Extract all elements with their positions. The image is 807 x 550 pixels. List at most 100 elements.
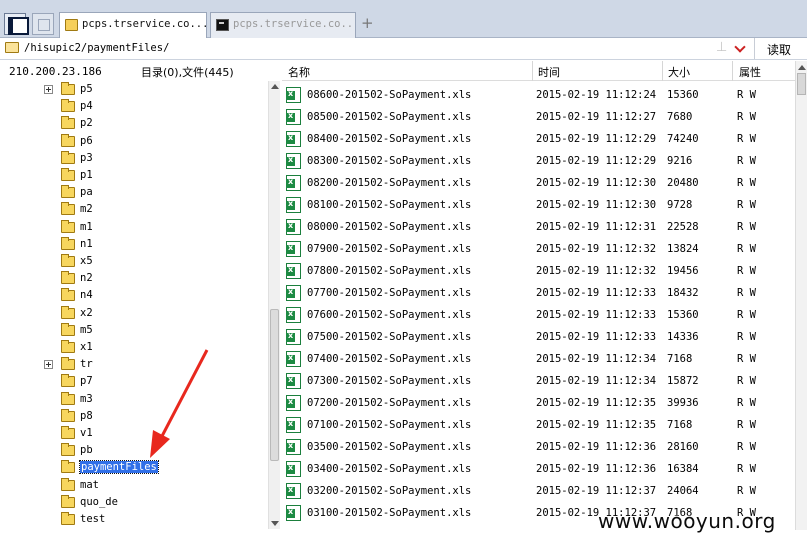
tree-item[interactable]: x2	[0, 305, 268, 322]
excel-file-icon	[286, 483, 301, 499]
file-name: 08500-201502-SoPayment.xls	[307, 111, 472, 123]
column-divider[interactable]	[732, 61, 733, 81]
excel-file-icon	[286, 131, 301, 147]
tab-label: pcps.trservice.co...	[233, 18, 356, 30]
tab-file-manager[interactable]: pcps.trservice.co...	[59, 12, 207, 38]
file-row[interactable]: 07900-201502-SoPayment.xls 2015-02-19 11:…	[282, 238, 795, 260]
file-row[interactable]: 08500-201502-SoPayment.xls 2015-02-19 11:…	[282, 106, 795, 128]
column-divider[interactable]	[532, 61, 533, 81]
scroll-thumb[interactable]	[270, 309, 279, 461]
file-row[interactable]: 08400-201502-SoPayment.xls 2015-02-19 11:…	[282, 128, 795, 150]
tree-item[interactable]: p1	[0, 167, 268, 184]
tree-item[interactable]: x1	[0, 339, 268, 356]
folder-icon	[61, 202, 75, 216]
file-row[interactable]: 07700-201502-SoPayment.xls 2015-02-19 11:…	[282, 282, 795, 304]
expand-icon[interactable]	[44, 85, 53, 94]
tree-item[interactable]: mat	[0, 477, 268, 494]
file-row[interactable]: 08100-201502-SoPayment.xls 2015-02-19 11:…	[282, 194, 795, 216]
file-row[interactable]: 08300-201502-SoPayment.xls 2015-02-19 11:…	[282, 150, 795, 172]
file-size: 16384	[667, 463, 699, 475]
tree-item[interactable]: x5	[0, 253, 268, 270]
chevron-down-icon[interactable]	[733, 41, 747, 55]
file-row[interactable]: 03400-201502-SoPayment.xls 2015-02-19 11:…	[282, 458, 795, 480]
file-row[interactable]: 03500-201502-SoPayment.xls 2015-02-19 11:…	[282, 436, 795, 458]
tree-item-label: x1	[80, 341, 93, 353]
file-row[interactable]: 08200-201502-SoPayment.xls 2015-02-19 11:…	[282, 172, 795, 194]
folder-icon	[61, 340, 75, 353]
file-time: 2015-02-19 11:12:36	[536, 463, 657, 475]
tree-item-label: paymentFiles	[79, 460, 159, 475]
tree-item-label: p1	[80, 169, 93, 181]
tab-terminal[interactable]: pcps.trservice.co...	[210, 12, 356, 38]
file-row[interactable]: 07300-201502-SoPayment.xls 2015-02-19 11:…	[282, 370, 795, 392]
scroll-up-arrow-icon[interactable]	[271, 84, 279, 89]
tree-item[interactable]: paymentFiles	[0, 459, 268, 476]
tree-item[interactable]: m1	[0, 219, 268, 236]
file-time: 2015-02-19 11:12:29	[536, 155, 657, 167]
tree-item[interactable]: m5	[0, 322, 268, 339]
column-header-name[interactable]: 名称	[288, 64, 310, 80]
file-row[interactable]: 07100-201502-SoPayment.xls 2015-02-19 11:…	[282, 414, 795, 436]
folder-icon	[5, 42, 19, 53]
tree-scrollbar[interactable]	[268, 81, 280, 529]
tree-item[interactable]: tr	[0, 356, 268, 373]
tree-item[interactable]: m2	[0, 201, 268, 218]
tree-item[interactable]: p5	[0, 81, 268, 98]
file-list-scrollbar[interactable]	[795, 61, 807, 530]
tree-item[interactable]: n1	[0, 236, 268, 253]
file-name: 07800-201502-SoPayment.xls	[307, 265, 472, 277]
expand-icon[interactable]	[44, 360, 53, 370]
column-header-size[interactable]: 大小	[668, 64, 690, 80]
tree-item[interactable]: pb	[0, 442, 268, 459]
tree-item[interactable]: pa	[0, 184, 268, 201]
tree-item-label: pa	[80, 186, 93, 199]
tree-item-label: n4	[80, 289, 93, 302]
file-time: 2015-02-19 11:12:36	[536, 441, 657, 453]
tree-item[interactable]: quo_de	[0, 494, 268, 511]
file-row[interactable]: 07500-201502-SoPayment.xls 2015-02-19 11:…	[282, 326, 795, 348]
tree-item[interactable]: p3	[0, 150, 268, 167]
bookmark-icon[interactable]: ⊥	[716, 40, 727, 55]
folder-icon	[61, 236, 75, 250]
file-row[interactable]: 07200-201502-SoPayment.xls 2015-02-19 11:…	[282, 392, 795, 414]
file-name: 03200-201502-SoPayment.xls	[307, 485, 472, 497]
tree-item[interactable]: p2	[0, 115, 268, 132]
folder-icon	[61, 443, 75, 457]
tree-item[interactable]: p8	[0, 408, 268, 425]
column-divider[interactable]	[662, 61, 663, 81]
read-button[interactable]: 读取	[754, 38, 807, 59]
file-size: 15872	[667, 375, 699, 387]
excel-file-icon	[286, 505, 301, 521]
file-row[interactable]: 07600-201502-SoPayment.xls 2015-02-19 11:…	[282, 304, 795, 326]
folder-icon	[61, 133, 75, 147]
file-row[interactable]: 03200-201502-SoPayment.xls 2015-02-19 11:…	[282, 480, 795, 502]
file-list-header: 名称 时间 大小 属性	[282, 61, 807, 81]
file-row[interactable]: 07800-201502-SoPayment.xls 2015-02-19 11:…	[282, 260, 795, 282]
file-attributes: R W	[737, 287, 756, 299]
tree-item[interactable]: p4	[0, 98, 268, 115]
file-row[interactable]: 07400-201502-SoPayment.xls 2015-02-19 11:…	[282, 348, 795, 370]
new-tab-button[interactable]: +	[361, 14, 374, 32]
tree-item-label: m1	[80, 220, 93, 233]
sidebar-toggle-button[interactable]	[4, 13, 29, 35]
tree-item[interactable]: test	[0, 511, 268, 528]
tree-item[interactable]: m3	[0, 391, 268, 408]
tree-item[interactable]: n2	[0, 270, 268, 287]
window-icon[interactable]	[32, 13, 54, 35]
tree-item-label: p4	[80, 100, 93, 113]
file-row[interactable]: 08000-201502-SoPayment.xls 2015-02-19 11:…	[282, 216, 795, 238]
file-time: 2015-02-19 11:12:32	[536, 243, 657, 255]
column-header-attr[interactable]: 属性	[739, 64, 761, 80]
scroll-thumb[interactable]	[797, 73, 806, 95]
tree-item[interactable]: v1	[0, 425, 268, 442]
tree-item[interactable]: p7	[0, 373, 268, 390]
column-header-time[interactable]: 时间	[538, 64, 560, 80]
file-row[interactable]: 08600-201502-SoPayment.xls 2015-02-19 11:…	[282, 84, 795, 106]
tree-item[interactable]: n4	[0, 287, 268, 304]
tree-item[interactable]: p6	[0, 133, 268, 150]
scroll-down-arrow-icon[interactable]	[271, 521, 279, 526]
folder-icon	[61, 477, 75, 491]
file-attributes: R W	[737, 397, 756, 409]
path-input[interactable]: /hisupic2/paymentFiles/	[24, 42, 169, 54]
scroll-up-arrow-icon[interactable]	[798, 65, 806, 70]
